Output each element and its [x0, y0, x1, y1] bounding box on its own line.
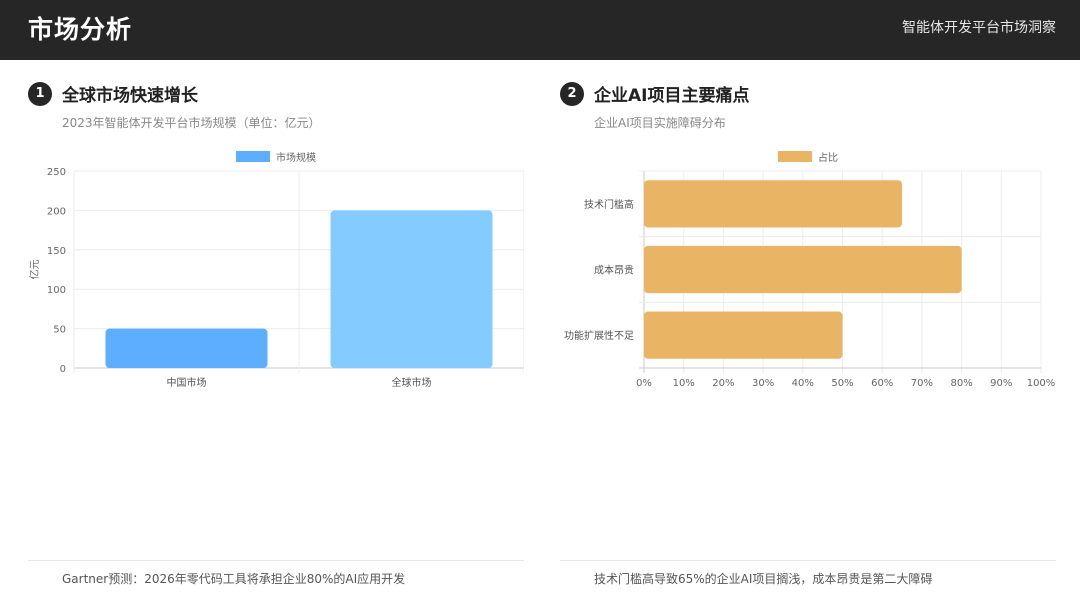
section-number-badge: 2 — [560, 82, 584, 106]
y-tick-label: 50 — [53, 325, 66, 336]
x-tick-label: 10% — [673, 378, 695, 389]
x-tick-label: 90% — [990, 378, 1012, 389]
x-tick-label: 60% — [871, 378, 893, 389]
legend-swatch — [236, 151, 270, 162]
header-bar: 市场分析 智能体开发平台市场洞察 — [0, 0, 1080, 60]
bar — [330, 210, 493, 368]
legend-swatch — [778, 151, 812, 162]
x-tick-label: 40% — [792, 378, 814, 389]
legend-label: 占比 — [818, 151, 838, 164]
section-subtitle: 企业AI项目实施障碍分布 — [594, 116, 726, 130]
y-tick-label: 0 — [60, 364, 66, 375]
x-tick-label: 中国市场 — [167, 376, 207, 389]
x-tick-label: 0% — [636, 378, 652, 389]
y-tick-label: 成本昂贵 — [594, 264, 634, 277]
page-title: 市场分析 — [28, 15, 133, 44]
bar — [644, 245, 962, 294]
section-number-badge: 1 — [28, 82, 52, 106]
pain-points-panel: 2 企业AI项目主要痛点 企业AI项目实施障碍分布 占比 0% 10% 20% 30% 4… — [556, 60, 1056, 603]
bar — [105, 328, 268, 368]
section-title: 企业AI项目主要痛点 — [594, 86, 750, 106]
y-tick-label: 250 — [47, 167, 66, 178]
x-tick-label: 全球市场 — [392, 376, 432, 389]
y-tick-label: 200 — [47, 206, 66, 217]
bar — [644, 180, 903, 228]
section-divider — [560, 560, 1056, 561]
legend-label: 市场规模 — [276, 151, 316, 164]
section-subtitle: 2023年智能体开发平台市场规模（单位：亿元） — [62, 116, 321, 130]
y-tick-label: 100 — [47, 285, 66, 296]
y-tick-label: 技术门槛高 — [584, 198, 634, 211]
x-tick-label: 100% — [1027, 378, 1056, 389]
x-tick-label: 80% — [950, 378, 972, 389]
x-tick-label: 30% — [752, 378, 774, 389]
x-tick-label: 70% — [911, 378, 933, 389]
page-subtitle: 智能体开发平台市场洞察 — [902, 20, 1056, 36]
y-tick-label: 150 — [47, 246, 66, 257]
section-note: 技术门槛高导致65%的企业AI项目搁浅，成本昂贵是第二大障碍 — [594, 572, 933, 586]
section-note: Gartner预测：2026年零代码工具将承担企业80%的AI应用开发 — [62, 572, 406, 586]
y-tick-label: 功能扩展性不足 — [564, 329, 634, 342]
section-divider — [28, 560, 524, 561]
x-tick-label: 20% — [712, 378, 734, 389]
bar — [644, 311, 843, 359]
pain-points-bar-chart: 占比 0% 10% 20% 30% 40% 50% 60% 70% 80% 90% 100% 技术门槛高… — [564, 151, 1056, 389]
x-tick-label: 50% — [831, 378, 853, 389]
section-title: 全球市场快速增长 — [62, 86, 198, 106]
y-axis-label: 亿元 — [28, 260, 41, 280]
market-size-bar-chart: 市场规模 0 50 100 150 200 250 亿元中国市场 全球市场 — [28, 151, 524, 389]
market-growth-panel: 1 全球市场快速增长 2023年智能体开发平台市场规模（单位：亿元） 市场规模 0… — [24, 60, 524, 603]
